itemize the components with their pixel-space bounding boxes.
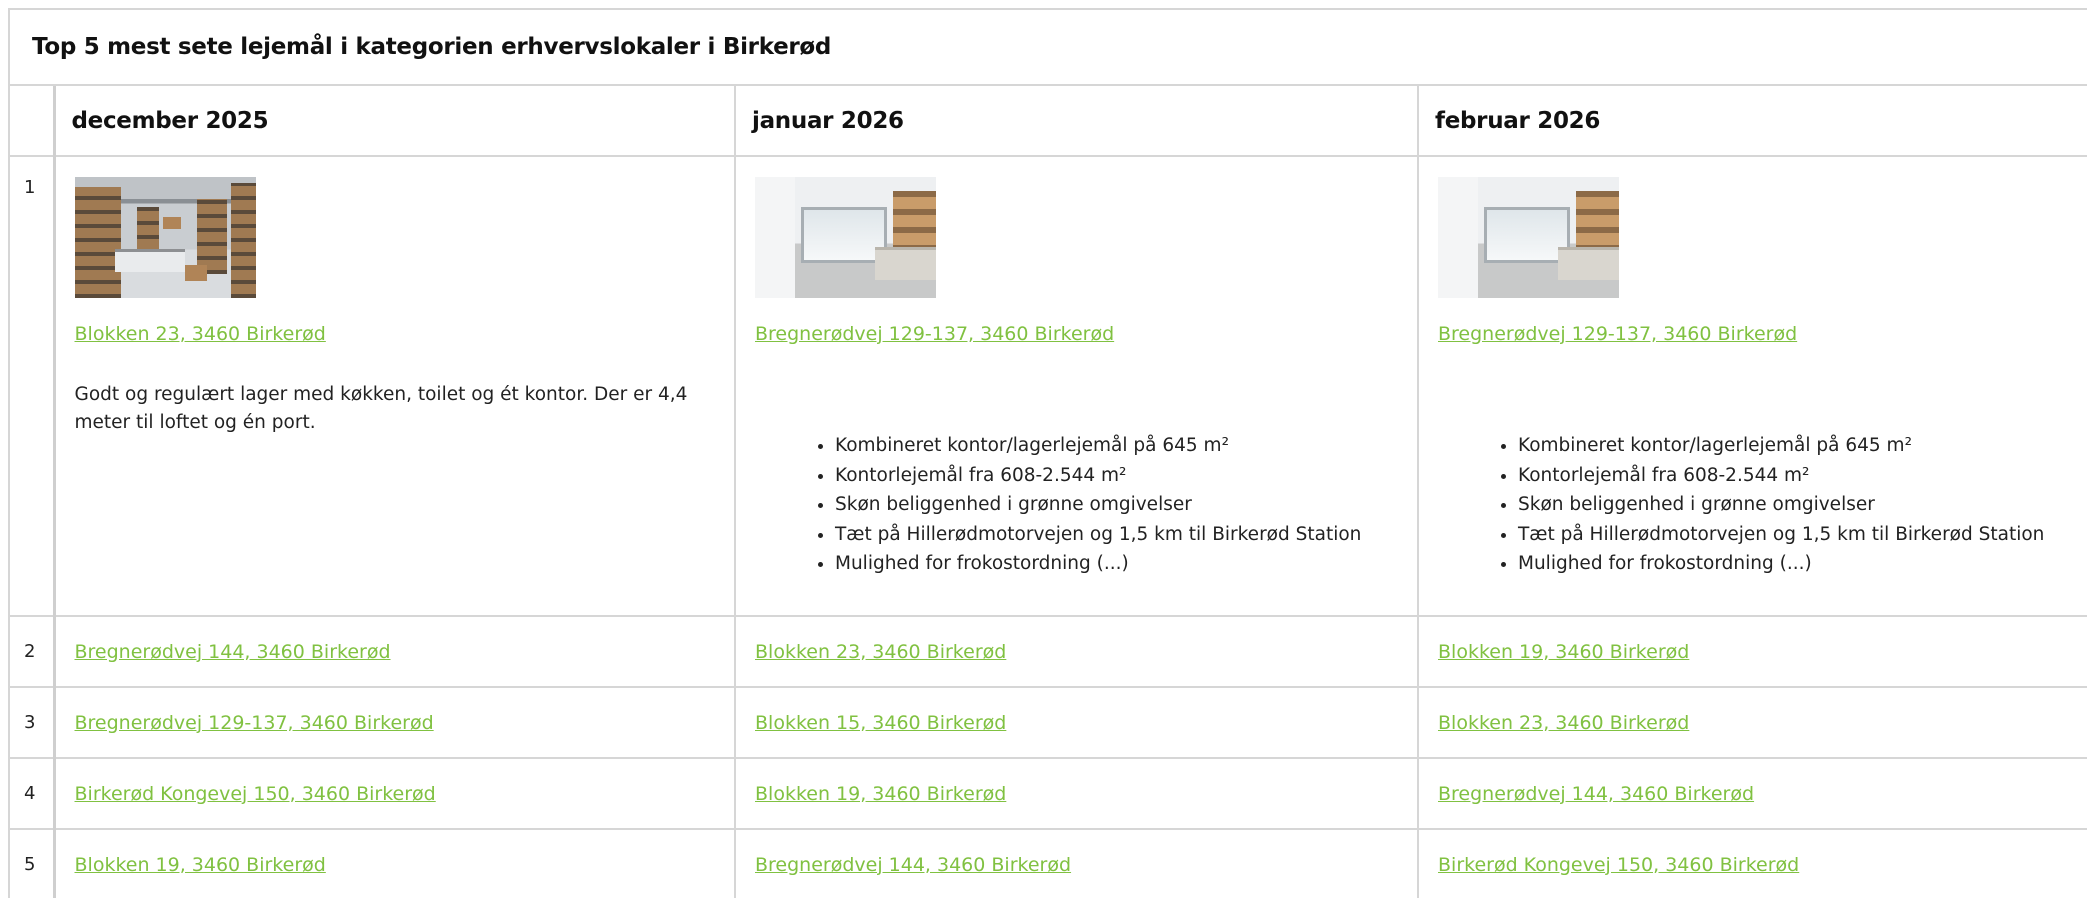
table-row: 1 Blokken 23, 3460 Birkerød Godt og regu… [10,156,2087,617]
month-header-december: december 2025 [54,86,736,157]
feature-item: Tæt på Hillerødmotorvejen og 1,5 km til … [1518,520,2087,550]
month-header-januar: januar 2026 [735,86,1419,157]
header-row: december 2025 januar 2026 februar 2026 [10,86,2087,157]
listing-cell: Birkerød Kongevej 150, 3460 Birkerød [54,758,736,830]
feature-list: Kombineret kontor/lagerlejemål på 645 m²… [755,431,1417,579]
listing-link[interactable]: Blokken 23, 3460 Birkerød [75,323,326,345]
listing-link[interactable]: Blokken 15, 3460 Birkerød [755,712,1006,734]
listing-cell: Birkerød Kongevej 150, 3460 Birkerød [1418,829,2087,898]
feature-item: Tæt på Hillerødmotorvejen og 1,5 km til … [835,520,1417,550]
feature-list: Kombineret kontor/lagerlejemål på 645 m²… [1438,431,2087,579]
table-row: 4 Birkerød Kongevej 150, 3460 Birkerød B… [10,758,2087,830]
listing-link[interactable]: Blokken 23, 3460 Birkerød [1438,712,1689,734]
table-caption: Top 5 mest sete lejemål i kategorien erh… [10,10,2087,86]
feature-item: Kombineret kontor/lagerlejemål på 645 m² [1518,431,2087,461]
rank-number: 1 [10,156,56,617]
listing-link[interactable]: Birkerød Kongevej 150, 3460 Birkerød [75,783,436,805]
listing-link[interactable]: Bregnerødvej 144, 3460 Birkerød [75,641,391,663]
listing-cell: Blokken 23, 3460 Birkerød [735,616,1419,688]
listing-cell: Blokken 23, 3460 Birkerød [1418,687,2087,759]
listing-link[interactable]: Blokken 23, 3460 Birkerød [755,641,1006,663]
listing-cell: Bregnerødvej 144, 3460 Birkerød [735,829,1419,898]
listing-link[interactable]: Blokken 19, 3460 Birkerød [1438,641,1689,663]
feature-item: Kombineret kontor/lagerlejemål på 645 m² [835,431,1417,461]
top5-table: december 2025 januar 2026 februar 2026 1… [10,86,2087,898]
listing-link[interactable]: Birkerød Kongevej 150, 3460 Birkerød [1438,854,1799,876]
table-row: 3 Bregnerødvej 129-137, 3460 Birkerød Bl… [10,687,2087,759]
office-room-photo[interactable] [1438,177,1619,298]
listing-link[interactable]: Bregnerødvej 129-137, 3460 Birkerød [755,323,1114,345]
warehouse-photo[interactable] [74,177,256,298]
rank-number: 4 [10,758,56,830]
feature-item: Mulighed for frokostordning (...) [1518,549,2087,579]
listing-link[interactable]: Bregnerødvej 144, 3460 Birkerød [755,854,1071,876]
office-room-photo[interactable] [755,177,936,298]
listing-link[interactable]: Bregnerødvej 129-137, 3460 Birkerød [75,712,434,734]
listing-cell: Blokken 23, 3460 Birkerød Godt og regulæ… [54,156,736,617]
listing-link[interactable]: Bregnerødvej 144, 3460 Birkerød [1438,783,1754,805]
listing-description: Godt og regulært lager med køkken, toile… [74,384,688,433]
listing-link[interactable]: Blokken 19, 3460 Birkerød [755,783,1006,805]
feature-item: Kontorlejemål fra 608-2.544 m² [835,461,1417,491]
listing-cell: Blokken 15, 3460 Birkerød [735,687,1419,759]
listing-cell: Bregnerødvej 144, 3460 Birkerød [54,616,736,688]
table-row: 2 Bregnerødvej 144, 3460 Birkerød Blokke… [10,616,2087,688]
feature-item: Skøn beliggenhed i grønne omgivelser [835,490,1417,520]
listing-cell: Bregnerødvej 129-137, 3460 Birkerød [54,687,736,759]
top5-table-container: Top 5 mest sete lejemål i kategorien erh… [8,8,2087,898]
feature-item: Skøn beliggenhed i grønne omgivelser [1518,490,2087,520]
listing-cell: Bregnerødvej 144, 3460 Birkerød [1418,758,2087,830]
feature-item: Kontorlejemål fra 608-2.544 m² [1518,461,2087,491]
listing-cell: Blokken 19, 3460 Birkerød [54,829,736,898]
rank-header [10,86,56,157]
table-row: 5 Blokken 19, 3460 Birkerød Bregnerødvej… [10,829,2087,898]
month-header-februar: februar 2026 [1418,86,2087,157]
listing-link[interactable]: Bregnerødvej 129-137, 3460 Birkerød [1438,323,1797,345]
feature-item: Mulighed for frokostordning (...) [835,549,1417,579]
rank-number: 5 [10,829,56,898]
rank-number: 3 [10,687,56,759]
listing-link[interactable]: Blokken 19, 3460 Birkerød [75,854,326,876]
listing-cell: Bregnerødvej 129-137, 3460 Birkerød Komb… [735,156,1419,617]
rank-number: 2 [10,616,56,688]
listing-cell: Blokken 19, 3460 Birkerød [735,758,1419,830]
listing-cell: Bregnerødvej 129-137, 3460 Birkerød Komb… [1418,156,2087,617]
listing-cell: Blokken 19, 3460 Birkerød [1418,616,2087,688]
